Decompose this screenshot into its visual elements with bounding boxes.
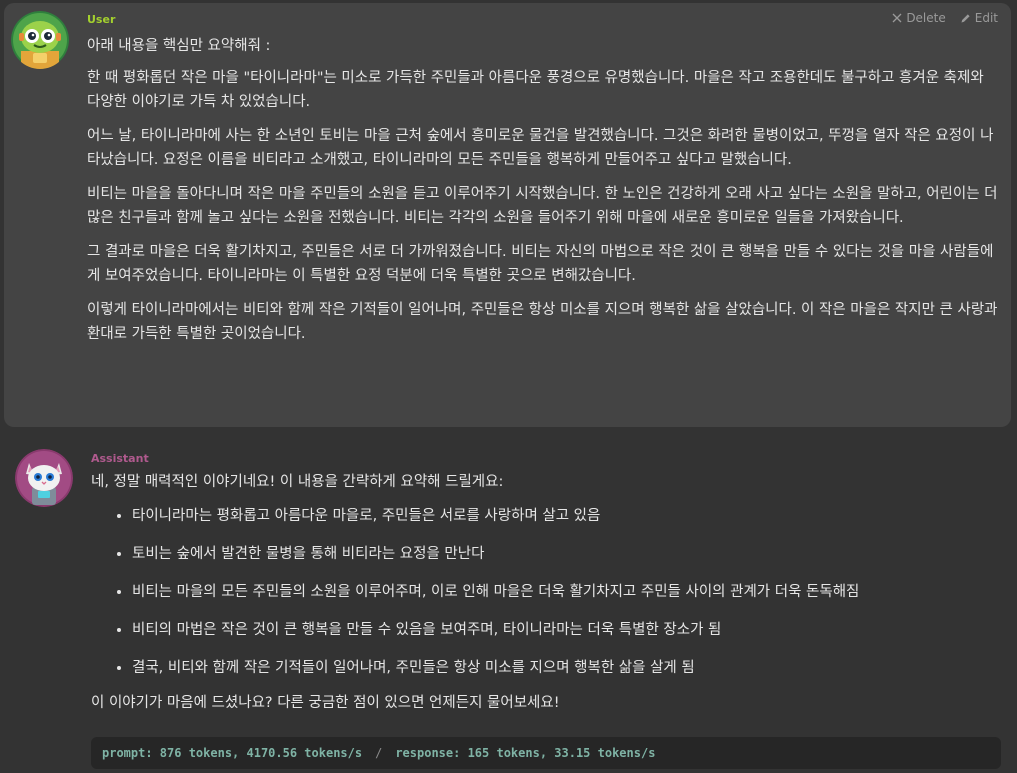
stats-separator: /	[375, 746, 383, 760]
assistant-role-label: Assistant	[91, 452, 149, 465]
user-paragraph: 아래 내용을 핵심만 요약해줘 :	[87, 38, 271, 54]
user-paragraph: 이렇게 타이니라마에서는 비티와 함께 작은 기적들이 일어나며, 주민들은 항…	[87, 302, 998, 342]
user-role-label: User	[87, 13, 116, 26]
assistant-avatar	[15, 449, 73, 507]
assistant-message-body: 네, 정말 매력적인 이야기네요! 이 내용을 간략하게 요약해 드릴게요: 타…	[91, 470, 1003, 715]
list-item: 결국, 비티와 함께 작은 기적들이 일어나며, 주민들은 항상 미소를 지으며…	[132, 656, 1003, 680]
user-message-body: 아래 내용을 핵심만 요약해줘 : 한 때 평화롭던 작은 마을 "타이니라마"…	[87, 34, 999, 356]
user-paragraph: 어느 날, 타이니라마에 사는 한 소년인 토비는 마을 근처 숲에서 흥미로운…	[87, 128, 994, 168]
delete-label: Delete	[906, 11, 946, 25]
delete-button[interactable]: Delete	[892, 11, 946, 25]
token-stats-bar: prompt: 876 tokens, 4170.56 tokens/s / r…	[91, 737, 1001, 769]
list-item: 비티는 마을의 모든 주민들의 소원을 이루어주며, 이로 인해 마을은 더욱 …	[132, 580, 1003, 604]
message-actions: Delete Edit	[892, 11, 998, 25]
edit-label: Edit	[974, 11, 998, 25]
list-item: 토비는 숲에서 발견한 물병을 통해 비티라는 요정을 만난다	[132, 542, 1003, 566]
edit-button[interactable]: Edit	[960, 11, 998, 25]
user-paragraph: 비티는 마을을 돌아다니며 작은 마을 주민들의 소원을 듣고 이루어주기 시작…	[87, 186, 998, 226]
summary-list: 타이니라마는 평화롭고 아름다운 마을로, 주민들은 서로를 사랑하며 살고 있…	[91, 504, 1003, 680]
assistant-closing: 이 이야기가 마음에 드셨나요? 다른 궁금한 점이 있으면 언제든지 물어보세…	[91, 695, 560, 711]
user-avatar	[11, 11, 69, 69]
chat-page: User Delete Edit 아래 내용을 핵심만 요약해줘 : 한 때 평…	[0, 0, 1017, 773]
prompt-stats: prompt: 876 tokens, 4170.56 tokens/s	[102, 746, 363, 760]
pencil-icon	[961, 13, 970, 22]
response-stats: response: 165 tokens, 33.15 tokens/s	[395, 746, 656, 760]
assistant-intro: 네, 정말 매력적인 이야기네요! 이 내용을 간략하게 요약해 드릴게요:	[91, 474, 504, 490]
list-item: 비티의 마법은 작은 것이 큰 행복을 만들 수 있음을 보여주며, 타이니라마…	[132, 618, 1003, 642]
user-paragraph: 그 결과로 마을은 더욱 활기차지고, 주민들은 서로 더 가까워졌습니다. 비…	[87, 244, 994, 284]
close-icon	[892, 13, 902, 23]
list-item: 타이니라마는 평화롭고 아름다운 마을로, 주민들은 서로를 사랑하며 살고 있…	[132, 504, 1003, 528]
user-paragraph: 한 때 평화롭던 작은 마을 "타이니라마"는 미소로 가득한 주민들과 아름다…	[87, 70, 984, 110]
